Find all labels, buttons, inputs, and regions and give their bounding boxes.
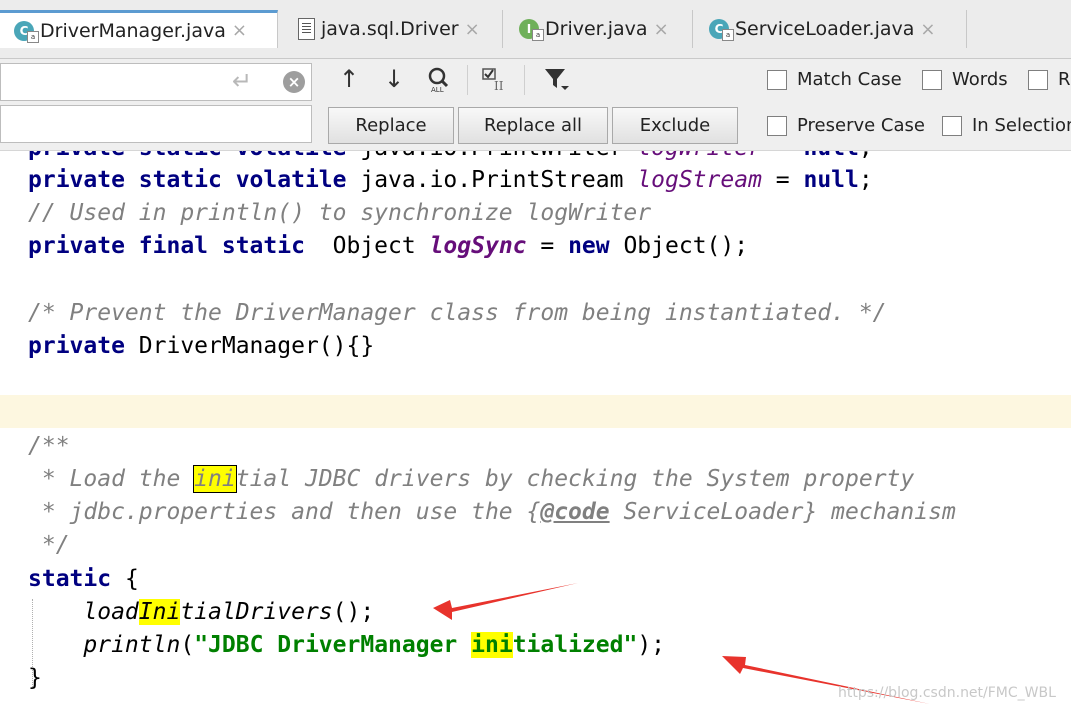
in-selection-label: In Selection xyxy=(972,115,1071,136)
words-option[interactable]: Words xyxy=(922,69,1008,90)
code-line: private final static Object logSync = ne… xyxy=(28,233,749,259)
in-selection-checkbox[interactable] xyxy=(942,115,962,136)
comment-line: /* Prevent the DriverManager class from … xyxy=(28,300,887,326)
tab-label: Driver.java xyxy=(545,18,648,40)
toolbar-separator xyxy=(524,65,525,95)
svg-text:ALL: ALL xyxy=(431,86,444,93)
code-editor[interactable]: private static volatile java.io.PrintWri… xyxy=(0,151,1071,714)
search-match: ini xyxy=(193,465,237,493)
watermark: https://blog.csdn.net/FMC_WBL xyxy=(838,685,1056,701)
code-line: private static volatile java.io.PrintStr… xyxy=(28,167,873,193)
previous-occurrence-icon[interactable]: ↑ xyxy=(331,63,367,95)
words-label: Words xyxy=(952,69,1008,90)
find-all-icon[interactable]: ALL xyxy=(421,63,457,95)
close-icon[interactable]: × xyxy=(654,19,669,40)
tab-driver-java[interactable]: Ia Driver.java × xyxy=(505,10,693,48)
tab-label: ServiceLoader.java xyxy=(735,18,915,40)
comment-line: // Used in println() to synchronize logW… xyxy=(28,200,652,226)
words-checkbox[interactable] xyxy=(922,69,942,90)
search-match: ini xyxy=(471,632,513,658)
filter-icon[interactable] xyxy=(538,63,574,95)
current-line-highlight xyxy=(0,395,1071,428)
interface-icon: Ia xyxy=(519,17,544,41)
replace-all-button[interactable]: Replace all xyxy=(458,107,608,144)
close-icon[interactable]: × xyxy=(465,19,480,40)
search-input[interactable] xyxy=(0,63,312,101)
close-icon[interactable]: × xyxy=(232,20,247,41)
javadoc-line: /** xyxy=(28,433,70,459)
find-replace-panel: ↵ × ↑ ↓ ALL II Match Case Words R Replac… xyxy=(0,59,1071,151)
match-case-checkbox[interactable] xyxy=(767,69,787,90)
annotation-arrow-1 xyxy=(433,583,578,620)
javadoc-line: * jdbc.properties and then use the {@cod… xyxy=(28,499,956,525)
preserve-case-checkbox[interactable] xyxy=(767,115,787,136)
file-icon xyxy=(295,17,319,41)
code-line: println("JDBC DriverManager initialized"… xyxy=(83,632,666,658)
code-line: private static volatile java.io.PrintWri… xyxy=(28,151,873,165)
tab-drivermanager-java[interactable]: Ca DriverManager.java × xyxy=(0,10,278,48)
regex-label: R xyxy=(1058,69,1071,90)
tab-label: java.sql.Driver xyxy=(321,18,459,40)
code-line: loadInitialDrivers(); xyxy=(83,599,375,625)
regex-option[interactable]: R xyxy=(1028,69,1071,90)
tab-label: DriverManager.java xyxy=(40,19,226,42)
tab-java-sql-driver[interactable]: java.sql.Driver × xyxy=(281,10,503,48)
svg-text:II: II xyxy=(494,79,504,92)
class-icon: Ca xyxy=(14,19,39,43)
search-match: Ini xyxy=(138,599,181,625)
regex-checkbox[interactable] xyxy=(1028,69,1048,90)
code-line: static { xyxy=(28,566,139,592)
match-case-label: Match Case xyxy=(797,69,902,90)
newline-icon[interactable]: ↵ xyxy=(232,67,252,95)
javadoc-line: * Load the initial JDBC drivers by check… xyxy=(28,465,915,493)
next-occurrence-icon[interactable]: ↓ xyxy=(376,63,412,95)
class-icon: Ca xyxy=(709,17,734,41)
toolbar-separator xyxy=(467,65,468,95)
select-all-occurrences-icon[interactable]: II xyxy=(478,63,514,95)
in-selection-option[interactable]: In Selection xyxy=(942,115,1071,136)
exclude-button[interactable]: Exclude xyxy=(612,107,738,144)
code-line: } xyxy=(28,665,42,691)
editor-tab-bar: Ca DriverManager.java × java.sql.Driver … xyxy=(0,0,1071,59)
replace-button[interactable]: Replace xyxy=(328,107,454,144)
preserve-case-option[interactable]: Preserve Case xyxy=(767,115,925,136)
replace-input[interactable] xyxy=(0,105,312,143)
javadoc-line: */ xyxy=(28,532,70,558)
tab-serviceloader-java[interactable]: Ca ServiceLoader.java × xyxy=(695,10,967,48)
preserve-case-label: Preserve Case xyxy=(797,115,925,136)
match-case-option[interactable]: Match Case xyxy=(767,69,902,90)
code-line: private DriverManager(){} xyxy=(28,333,375,359)
close-icon[interactable]: × xyxy=(920,19,935,40)
clear-search-icon[interactable]: × xyxy=(283,71,305,93)
